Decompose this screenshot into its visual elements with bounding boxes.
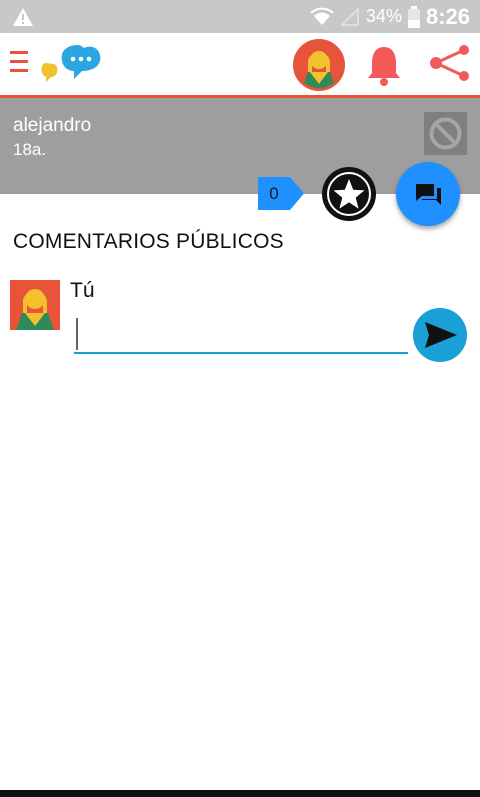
profile-name: alejandro [13,115,92,136]
profile-age: 18a. [13,140,47,159]
signal-icon [340,6,359,26]
favorites-counter: 0 [258,177,304,210]
counter-value: 0 [269,184,279,203]
comment-input[interactable] [74,314,408,354]
send-icon [425,322,457,348]
bell-icon[interactable] [364,43,404,87]
avatar-figure-icon [10,280,60,330]
user-avatar-top[interactable] [293,39,345,91]
status-bar: 34% 8:26 [0,0,480,33]
block-icon [429,117,462,150]
status-indicators: 34% 8:26 [310,0,470,33]
menu-icon[interactable] [10,51,28,73]
text-cursor [76,318,78,350]
star-icon [327,172,371,216]
current-user-label: Tú [70,279,95,302]
chat-icon [416,184,441,205]
battery-percent: 34% [365,6,402,26]
current-user-avatar [10,280,60,330]
comments-section-title: COMENTARIOS PÚBLICOS [13,230,284,253]
avatar-figure-icon [296,42,342,88]
clock: 8:26 [425,3,470,29]
favorite-button[interactable] [322,167,376,221]
bottom-edge [0,790,480,797]
block-button[interactable] [424,112,467,155]
chat-button[interactable] [396,162,460,226]
send-button[interactable] [413,308,467,362]
battery-icon [407,5,420,28]
share-icon[interactable] [428,45,472,81]
app-bar [0,33,480,98]
warning-icon [13,8,33,26]
app-logo [41,45,101,82]
wifi-icon [310,7,334,25]
